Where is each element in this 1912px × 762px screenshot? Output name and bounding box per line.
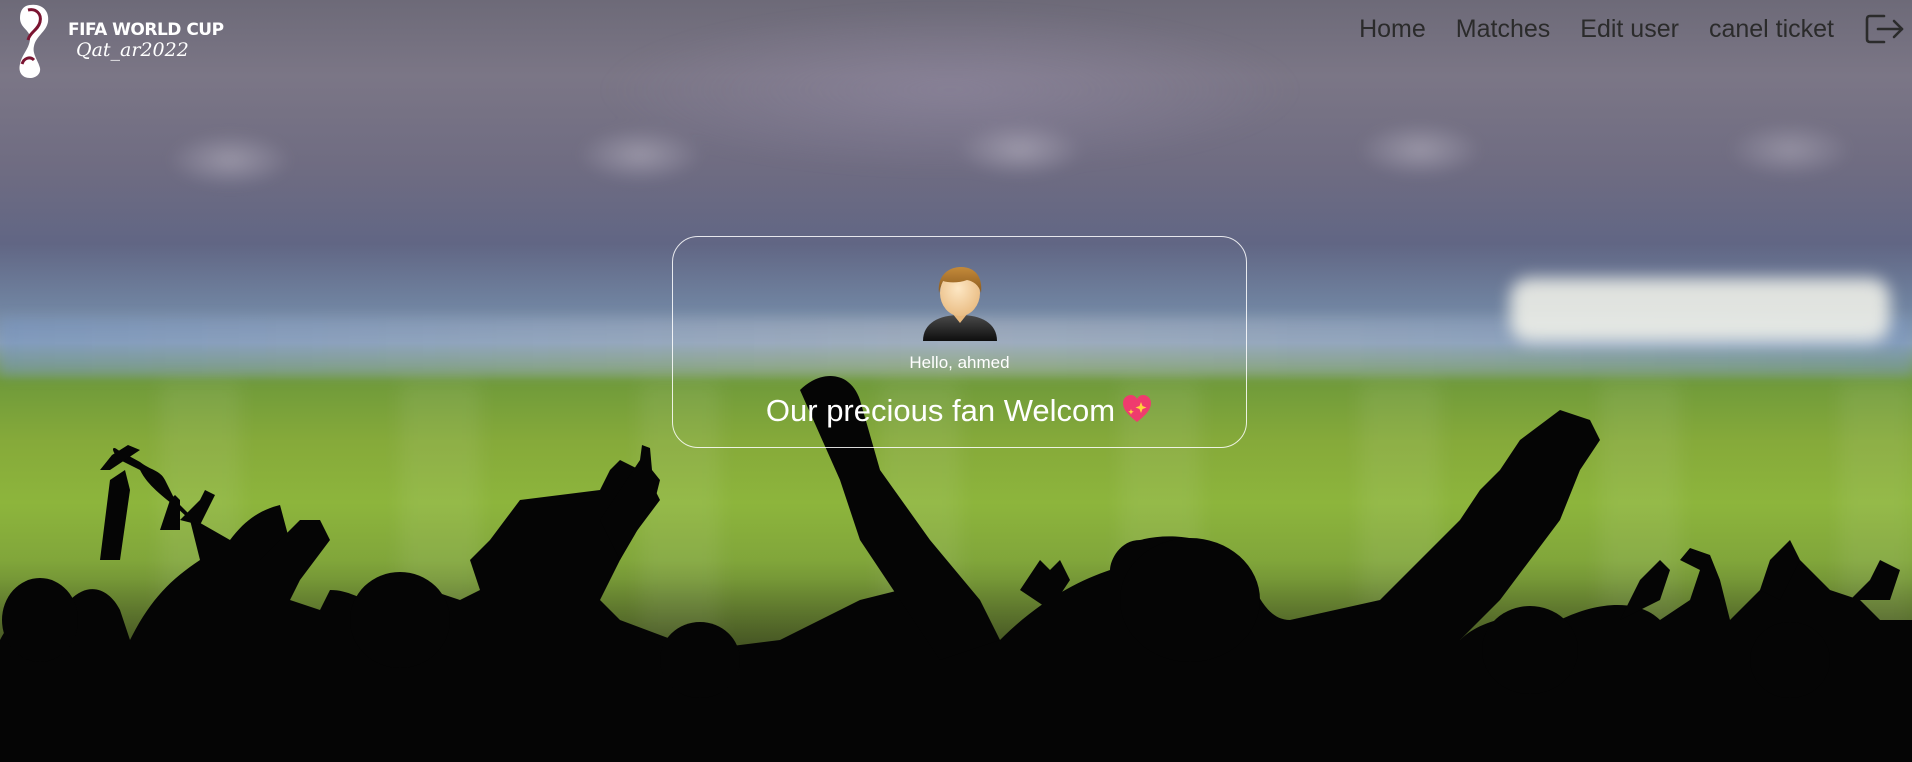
fifa-world-cup-logo[interactable]: FIFA WORLD CUP Qat_ar2022 (8, 2, 224, 80)
greeting-text: Hello, ahmed (909, 353, 1010, 372)
welcome-text: Our precious fan Welcom (765, 393, 1116, 428)
user-avatar-icon (923, 267, 997, 341)
nav-edit-user[interactable]: Edit user (1580, 15, 1679, 44)
welcome-card: Hello, ahmed Our precious fan Welcom (672, 236, 1247, 448)
logo-wordmark: FIFA WORLD CUP Qat_ar2022 (68, 22, 224, 60)
welcome-message: Our precious fan Welcom (673, 393, 1246, 429)
home-page: FIFA WORLD CUP Qat_ar2022 Home Matches E… (0, 0, 1912, 762)
nav-matches[interactable]: Matches (1456, 15, 1550, 44)
top-navigation: Home Matches Edit user canel ticket (1359, 12, 1912, 46)
world-cup-emblem-icon (19, 4, 49, 78)
stadium-banner (1510, 278, 1890, 342)
sparkling-heart-icon (1123, 395, 1152, 422)
logo-subtitle: Qat_ar2022 (76, 39, 189, 61)
logout-icon[interactable] (1864, 12, 1906, 46)
logo-title: FIFA WORLD CUP (68, 20, 224, 40)
nav-home[interactable]: Home (1359, 15, 1426, 44)
nav-cancel-ticket[interactable]: canel ticket (1709, 15, 1834, 44)
